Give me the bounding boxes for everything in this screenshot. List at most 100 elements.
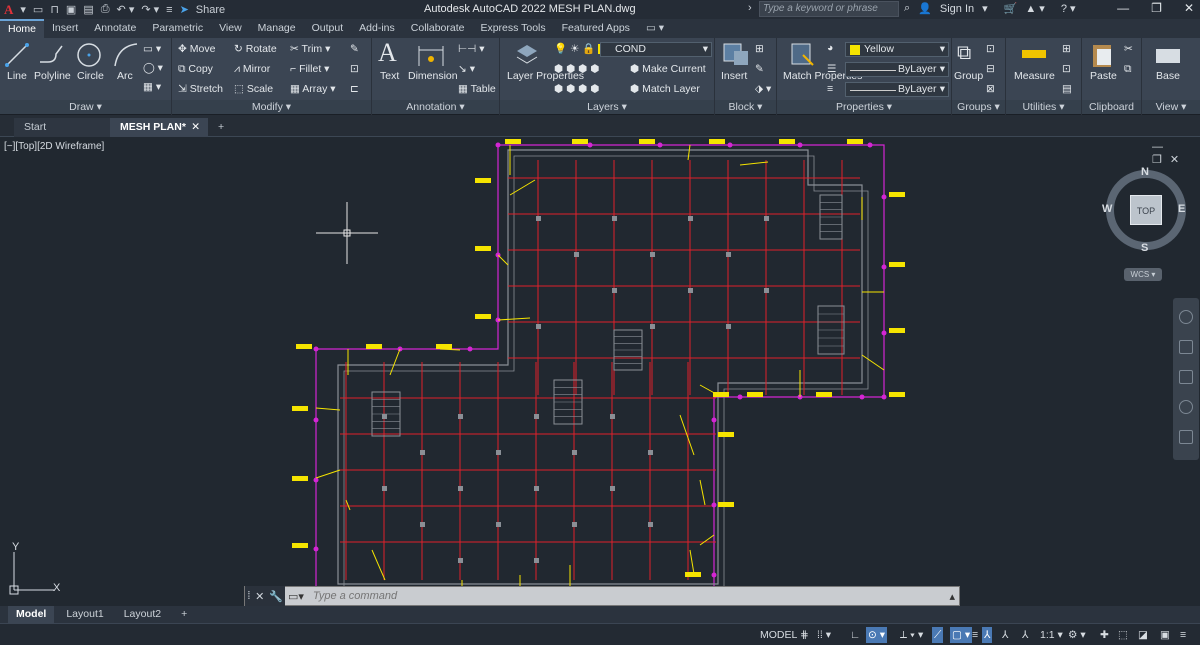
utilities-panel-label[interactable]: Utilities ▾ xyxy=(1006,100,1081,114)
fillet-button[interactable]: ⌐ Fillet ▾ xyxy=(290,63,329,75)
hatch-icon[interactable]: ◯ ▾ xyxy=(143,62,163,74)
workspace-gear-icon[interactable]: ⚙ ▾ xyxy=(1068,627,1086,643)
help-search-input[interactable]: Type a keyword or phrase xyxy=(759,1,899,17)
tab-featured-apps[interactable]: Featured Apps xyxy=(554,19,638,38)
text-button[interactable]: Text xyxy=(380,70,399,82)
polar-icon[interactable]: ⊙ ▾ xyxy=(866,627,887,643)
close-tab-icon[interactable]: ✕ xyxy=(191,118,200,137)
tab-annotate[interactable]: Annotate xyxy=(86,19,144,38)
lineweight-dropdown[interactable]: ByLayer ▾ xyxy=(845,82,949,97)
sign-in-chevron-icon[interactable]: ▾ xyxy=(982,2,988,15)
sign-in-button[interactable]: Sign In xyxy=(940,3,974,15)
lineweight-status-icon[interactable]: ≡ xyxy=(972,627,978,643)
tab-manage[interactable]: Manage xyxy=(250,19,304,38)
linetype-dropdown[interactable]: ByLayer ▾ xyxy=(845,62,949,77)
tab-insert[interactable]: Insert xyxy=(44,19,86,38)
arc-button[interactable]: Arc xyxy=(117,70,133,82)
array-button[interactable]: ▦ Array ▾ xyxy=(290,83,336,95)
close-icon[interactable]: ✕ xyxy=(1184,1,1194,15)
rotate-button[interactable]: ↻ Rotate xyxy=(234,43,277,55)
compass-west[interactable]: W xyxy=(1102,203,1112,215)
snap-icon[interactable]: ⁞⁞ ▾ xyxy=(817,627,831,643)
autocad-logo[interactable]: A xyxy=(4,2,13,18)
hardware-accel-icon[interactable]: ◪ xyxy=(1138,627,1148,643)
measure-button[interactable]: Measure xyxy=(1014,70,1055,82)
tab-express-tools[interactable]: Express Tools xyxy=(472,19,553,38)
annotation-scale-value[interactable]: 1:1 ▾ xyxy=(1040,627,1063,643)
compass-south[interactable]: S xyxy=(1141,242,1148,254)
help-icon[interactable]: ? ▾ xyxy=(1061,2,1076,15)
view-panel-label[interactable]: View ▾ xyxy=(1142,100,1200,114)
tab-home[interactable]: Home xyxy=(0,19,45,38)
auto-scale-icon[interactable]: ⅄ xyxy=(1002,627,1008,643)
command-expand-icon[interactable]: ▴ xyxy=(945,590,959,603)
autodesk-a360-icon[interactable]: ▲ ▾ xyxy=(1025,2,1044,15)
plot-icon[interactable]: ⎙ xyxy=(101,3,110,16)
trim-button[interactable]: ✂ Trim ▾ xyxy=(290,43,330,55)
cart-icon[interactable]: 🛒 xyxy=(1004,2,1018,15)
search-icon[interactable]: ⌕ xyxy=(904,2,910,15)
line-button[interactable]: Line xyxy=(7,70,27,82)
command-history-icon[interactable]: ▭▾ xyxy=(285,590,307,603)
command-grip-icon[interactable]: ⁞ xyxy=(247,590,250,602)
new-tab-button[interactable]: + xyxy=(212,118,230,137)
model-space-button[interactable]: MODEL xyxy=(760,627,797,643)
wcs-menu[interactable]: WCS ▾ xyxy=(1124,268,1162,281)
redo-icon[interactable]: ↷ ▾ xyxy=(141,3,159,16)
tab-parametric[interactable]: Parametric xyxy=(144,19,211,38)
ribbon-minimize-toggle[interactable]: ▭ ▾ xyxy=(638,19,672,38)
color-dropdown[interactable]: Yellow ▾ xyxy=(845,42,949,57)
linear-dim-icon[interactable]: ⊢⊣ ▾ xyxy=(458,43,484,55)
zoom-extents-icon[interactable] xyxy=(1179,370,1193,384)
tab-view[interactable]: View xyxy=(211,19,250,38)
scale-button[interactable]: ⬚ Scale xyxy=(234,83,273,95)
layer-dropdown[interactable]: COND ▾ xyxy=(600,42,712,57)
clean-screen-icon[interactable]: ▣ xyxy=(1160,627,1170,643)
user-icon[interactable]: 👤 xyxy=(918,2,932,15)
tab-add-ins[interactable]: Add-ins xyxy=(351,19,403,38)
undo-icon[interactable]: ↶ ▾ xyxy=(117,3,135,16)
circle-button[interactable]: Circle xyxy=(77,70,104,82)
id-point-icon[interactable]: ⊡ xyxy=(1062,63,1071,75)
annotation-panel-label[interactable]: Annotation ▾ xyxy=(372,100,499,114)
customize-qa-icon[interactable]: ≡ xyxy=(166,4,172,16)
quick-select-icon[interactable]: ⊞ xyxy=(1062,43,1071,55)
rectangle-icon[interactable]: ▭ ▾ xyxy=(143,43,161,55)
mesh-plan-tab[interactable]: MESH PLAN* ✕ xyxy=(110,118,208,137)
model-tab[interactable]: Model xyxy=(8,606,55,623)
restore-icon[interactable]: ❐ xyxy=(1151,1,1162,15)
erase-icon[interactable]: ✎ xyxy=(350,43,359,55)
app-menu-chevron-icon[interactable]: ▾ xyxy=(20,3,26,16)
pan-icon[interactable] xyxy=(1179,340,1193,354)
ortho-icon[interactable]: ∟ xyxy=(850,627,860,643)
orbit-icon[interactable] xyxy=(1179,400,1193,414)
paste-button[interactable]: Paste xyxy=(1090,70,1117,82)
leader-icon[interactable]: ↘ ▾ xyxy=(458,63,475,75)
command-input[interactable] xyxy=(306,587,946,605)
steering-wheel-icon[interactable] xyxy=(1179,310,1193,324)
minimize-icon[interactable]: — xyxy=(1117,1,1129,15)
tab-collaborate[interactable]: Collaborate xyxy=(403,19,473,38)
insert-button[interactable]: Insert xyxy=(721,70,747,82)
compass-east[interactable]: E xyxy=(1178,203,1185,215)
offset-icon[interactable]: ⊏ xyxy=(350,83,359,95)
command-customize-icon[interactable]: 🔧 xyxy=(269,590,283,603)
save-as-icon[interactable]: ▤ xyxy=(83,3,93,16)
view-cube-face[interactable]: TOP xyxy=(1130,195,1162,225)
grid-icon[interactable]: ⋕ xyxy=(800,627,809,643)
group-button[interactable]: Group xyxy=(954,70,983,82)
share-button[interactable]: Share xyxy=(196,4,225,16)
explode-icon[interactable]: ⊡ xyxy=(350,63,359,75)
group-edit-icon[interactable]: ⊟ xyxy=(986,63,995,75)
calculator-icon[interactable]: ▤ xyxy=(1062,83,1072,95)
compass-north[interactable]: N xyxy=(1141,166,1149,178)
osnap-icon[interactable]: ⟋ xyxy=(932,627,944,643)
table-button[interactable]: ▦ Table xyxy=(458,83,496,95)
annotation-visibility-icon[interactable]: ⅄ xyxy=(982,627,993,643)
plus-icon[interactable]: ✚ xyxy=(1100,627,1109,643)
open-file-icon[interactable]: ⊓ xyxy=(50,3,59,16)
drawing-viewport[interactable]: [−][Top][2D Wireframe] —❐✕ Y X xyxy=(0,138,1200,605)
match-layer-button[interactable]: ⬢ Match Layer xyxy=(630,83,700,95)
base-button[interactable]: Base xyxy=(1156,70,1180,82)
annotation-scale-icon[interactable]: ⅄ xyxy=(1022,627,1028,643)
